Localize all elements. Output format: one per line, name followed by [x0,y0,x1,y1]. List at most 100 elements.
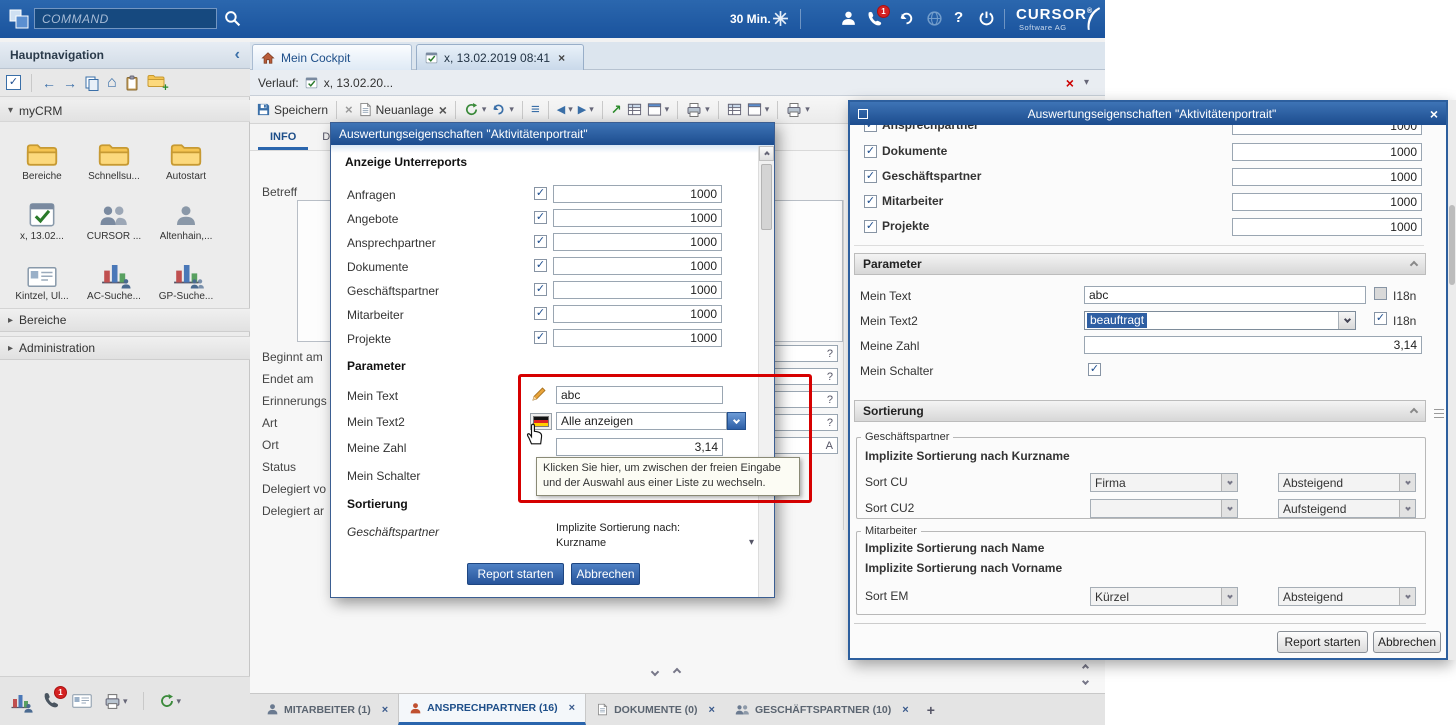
gp-sort-dropdown-icon[interactable] [749,537,754,548]
max-rows-input[interactable]: 1000 [1232,218,1422,236]
sort-em-field-select[interactable]: Kürzel [1090,587,1238,606]
dropdown-icon[interactable] [1084,77,1089,88]
user-icon[interactable] [840,10,857,27]
save-button[interactable]: Speichern [256,102,328,117]
window-button[interactable] [647,102,670,117]
report-start-button[interactable]: Report starten [467,563,564,585]
history-item[interactable]: x, 13.02.20... [324,76,393,90]
sort-cu-direction-select[interactable]: Absteigend [1278,473,1416,492]
menu-icon[interactable] [531,101,540,118]
max-rows-input[interactable]: 1000 [553,329,722,347]
mein-text-input[interactable]: abc [1084,286,1366,304]
back-icon[interactable] [42,75,56,91]
close-tab-icon[interactable] [382,704,388,716]
shortcut-termin[interactable]: x, 13.02... [6,186,78,242]
max-rows-input[interactable]: 1000 [553,281,722,299]
subreport-checkbox[interactable] [864,220,877,233]
command-input[interactable]: COMMAND [34,8,217,29]
close-tab-icon[interactable] [902,704,908,716]
subreport-checkbox[interactable] [534,307,547,320]
subreport-checkbox[interactable] [534,259,547,272]
tab-geschaeftspartner[interactable]: GESCHÄFTSPARTNER (10) [725,694,919,725]
tab-record-active[interactable]: x, 13.02.2019 08:41 [416,44,584,70]
max-rows-input[interactable]: 1000 [553,257,722,275]
card-icon[interactable] [72,693,92,709]
clear-history-icon[interactable] [1066,75,1074,91]
print-button[interactable] [786,102,810,118]
scroll-up-icon[interactable] [1083,659,1088,673]
subreport-checkbox[interactable] [864,195,877,208]
max-rows-input[interactable]: 1000 [553,233,722,251]
sync-button[interactable] [491,102,514,117]
delete-icon[interactable] [439,102,447,118]
max-rows-input[interactable]: 1000 [553,209,722,227]
resize-grip[interactable] [1434,409,1444,421]
i18n-checkbox[interactable] [1374,312,1387,325]
collapse-up-icon[interactable] [673,668,681,676]
power-icon[interactable] [978,10,995,27]
clipboard-icon[interactable] [124,75,140,91]
print-button[interactable] [104,693,128,710]
subreport-checkbox[interactable] [864,125,877,132]
parameter-section-header[interactable]: Parameter [854,253,1426,275]
globe-icon[interactable] [926,10,943,27]
sortierung-section-header[interactable]: Sortierung [854,400,1426,422]
shortcut-altenhain[interactable]: Altenhain,... [150,186,222,242]
meine-zahl-input[interactable]: 3,14 [1084,336,1422,354]
print-button[interactable] [686,102,710,118]
max-rows-input[interactable]: 1000 [1232,143,1422,161]
tab-dokumente[interactable]: DOKUMENTE (0) [586,694,725,725]
sidebar-section-bereiche[interactable]: Bereiche [0,308,250,332]
close-window-icon[interactable] [1430,106,1438,122]
undo-icon[interactable] [898,10,915,27]
next-record-button[interactable] [578,103,594,116]
select-arrow[interactable] [1221,588,1237,605]
max-rows-input[interactable]: 1000 [1232,168,1422,186]
collapse-down-icon[interactable] [651,668,659,676]
max-rows-input[interactable]: 1000 [553,305,722,323]
shortcut-autostart[interactable]: Autostart [150,126,222,182]
mein-schalter-checkbox[interactable] [1088,363,1101,376]
dropdown-icon[interactable] [177,696,182,707]
forward-icon[interactable] [63,75,77,91]
collapse-sidebar-icon[interactable] [235,47,240,63]
mein-text2-combobox[interactable]: beauftragt [1084,311,1356,330]
search-icon[interactable] [224,10,241,27]
select-arrow[interactable] [1399,500,1415,517]
sidebar-section-administration[interactable]: Administration [0,336,250,360]
combobox-arrow-button[interactable] [1338,312,1355,329]
phone-icon[interactable]: 1 [866,10,883,30]
window-button[interactable] [747,102,770,117]
scroll-up-button[interactable] [759,146,774,161]
select-mode-icon[interactable] [6,75,21,90]
shortcut-schnellsuche[interactable]: Schnellsu... [78,126,150,182]
subreport-checkbox[interactable] [534,331,547,344]
tab-info[interactable]: INFO [258,125,308,150]
select-arrow[interactable] [1399,474,1415,491]
dialog-titlebar[interactable]: Auswertungseigenschaften "Aktivitätenpor… [331,123,774,145]
shortcut-kintzel[interactable]: Kintzel, Ul... [6,246,78,302]
prev-record-button[interactable] [557,103,573,116]
cancel-button[interactable]: Abbrechen [1373,631,1441,653]
sort-cu2-direction-select[interactable]: Aufsteigend [1278,499,1416,518]
tab-mitarbeiter[interactable]: MITARBEITER (1) [256,694,398,725]
discard-icon[interactable] [345,102,353,117]
help-icon[interactable]: ? [954,9,963,26]
close-tab-icon[interactable] [558,51,565,65]
collapse-section-icon[interactable] [1411,257,1417,271]
close-tab-icon[interactable] [709,704,715,716]
max-rows-input[interactable]: 1000 [553,185,722,203]
sidebar-section-mycrm[interactable]: myCRM [0,100,250,122]
shortcut-cursor[interactable]: CURSOR ... [78,186,150,242]
refresh-button[interactable] [464,102,487,117]
copy-icon[interactable] [84,75,100,91]
add-tab-icon[interactable] [927,702,935,718]
subreport-checkbox[interactable] [534,187,547,200]
max-rows-input[interactable]: 1000 [1232,125,1422,135]
collapse-section-icon[interactable] [1411,404,1417,418]
shortcut-gp-suche[interactable]: GP-Suche... [150,246,222,302]
select-arrow[interactable] [1221,474,1237,491]
tab-mein-cockpit[interactable]: Mein Cockpit [252,44,412,70]
sort-em-direction-select[interactable]: Absteigend [1278,587,1416,606]
phone-icon[interactable]: 1 [42,691,60,712]
